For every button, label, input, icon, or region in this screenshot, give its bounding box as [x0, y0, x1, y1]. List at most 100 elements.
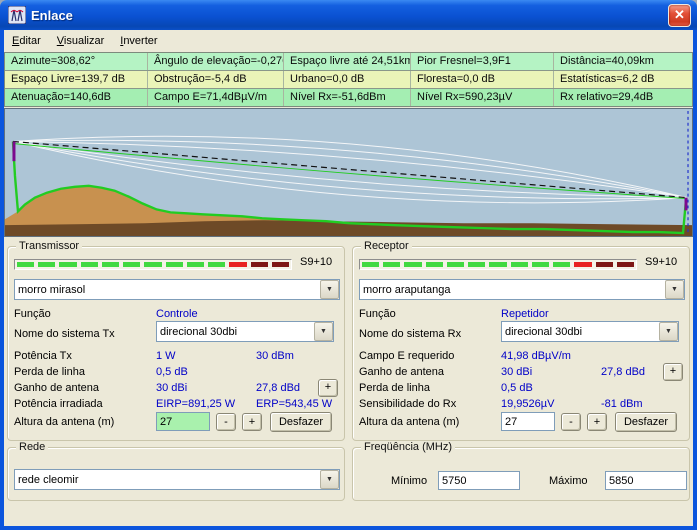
- tx-radiated-label: Potência irradiada: [14, 398, 103, 410]
- tx-system-combobox[interactable]: direcional 30dbi ▼: [156, 321, 334, 342]
- rx-system-dropdown-icon[interactable]: ▼: [659, 322, 678, 341]
- signal-segment: [251, 262, 268, 267]
- rx-height-minus-button[interactable]: -: [561, 413, 581, 431]
- worst-fresnel-cell: Pior Fresnel=3,9F1: [411, 53, 554, 70]
- tx-power-label: Potência Tx: [14, 350, 72, 362]
- window-body: Editar Visualizar Inverter Azimute=308,6…: [0, 30, 697, 530]
- frequency-min-input[interactable]: [438, 471, 520, 490]
- signal-segment: [272, 262, 289, 267]
- signal-segment: [362, 262, 379, 267]
- rx-antenna-height-label: Altura da antena (m): [359, 416, 459, 428]
- rx-antenna-height-input[interactable]: [501, 412, 555, 431]
- signal-segment: [144, 262, 161, 267]
- rx-relative-cell: Rx relativo=29,4dB: [554, 89, 692, 106]
- tx-height-minus-button[interactable]: -: [216, 413, 236, 431]
- tx-gain-plus-button[interactable]: +: [318, 379, 338, 397]
- transmitter-group: Transmissor S9+10 morro mirasol ▼ Função…: [7, 246, 345, 441]
- menu-inverter[interactable]: Inverter: [112, 33, 165, 49]
- app-antenna-icon: [8, 6, 26, 24]
- tx-power-dbm: 30 dBm: [256, 350, 294, 362]
- rx-sensitivity-dbm: -81 dBm: [601, 398, 643, 410]
- tx-gain-row: Ganho de antena 30 dBi 27,8 dBd +: [14, 381, 338, 397]
- rx-level-dbm-cell: Nível Rx=-51,6dBm: [284, 89, 411, 106]
- tx-power-row: Potência Tx 1 W 30 dBm: [14, 349, 338, 365]
- rx-undo-button[interactable]: Desfazer: [615, 412, 677, 432]
- signal-segment: [81, 262, 98, 267]
- frequency-group-title: Freqüência (MHz): [361, 441, 455, 453]
- rx-gain-plus-button[interactable]: +: [663, 363, 683, 381]
- rx-site-combobox[interactable]: morro araputanga ▼: [359, 279, 685, 300]
- signal-segment: [123, 262, 140, 267]
- signal-segment: [59, 262, 76, 267]
- tx-site-combobox[interactable]: morro mirasol ▼: [14, 279, 340, 300]
- receiver-group: Receptor S9+10 morro araputanga ▼ Função…: [352, 246, 690, 441]
- signal-segment: [187, 262, 204, 267]
- network-value: rede cleomir: [18, 474, 79, 486]
- rx-gain-dbd: 27,8 dBd: [601, 366, 645, 378]
- elevation-angle-cell: Ângulo de elevação=-0,276°: [148, 53, 284, 70]
- menu-visualizar[interactable]: Visualizar: [49, 33, 113, 49]
- rx-level-uv-cell: Nível Rx=590,23µV: [411, 89, 554, 106]
- rx-system-combobox[interactable]: direcional 30dbi ▼: [501, 321, 679, 342]
- terrain-profile-chart: [4, 108, 693, 237]
- statistics-cell: Estatísticas=6,2 dB: [554, 71, 692, 88]
- rx-gain-dbi: 30 dBi: [501, 366, 532, 378]
- rx-funcao-value: Repetidor: [501, 308, 549, 320]
- rx-signal-strength-bar: [359, 259, 637, 270]
- tx-line-loss-row: Perda de linha 0,5 dB: [14, 365, 338, 381]
- network-dropdown-icon[interactable]: ▼: [320, 470, 339, 489]
- tx-system-dropdown-icon[interactable]: ▼: [314, 322, 333, 341]
- frequency-group: Freqüência (MHz) Mínimo Máximo: [352, 447, 690, 501]
- signal-segment: [229, 262, 246, 267]
- enlace-window: Enlace ✕ Editar Visualizar Inverter Azim…: [0, 0, 697, 530]
- frequency-max-input[interactable]: [605, 471, 687, 490]
- free-space-loss-cell: Espaço Livre=139,7 dB: [5, 71, 148, 88]
- network-group: Rede rede cleomir ▼: [7, 447, 345, 501]
- rx-sensitivity-uv: 19,9526µV: [501, 398, 554, 410]
- tx-erp-value: ERP=543,45 W: [256, 398, 332, 410]
- frequency-min-label: Mínimo: [391, 475, 427, 487]
- rx-sensitivity-row: Sensibilidade do Rx 19,9526µV -81 dBm: [359, 397, 683, 413]
- tx-funcao-value: Controle: [156, 308, 198, 320]
- rx-site-value: morro araputanga: [363, 284, 450, 296]
- tx-height-plus-button[interactable]: +: [242, 413, 262, 431]
- signal-segment: [404, 262, 421, 267]
- tx-gain-dbd: 27,8 dBd: [256, 382, 300, 394]
- rx-required-field-value: 41,98 dBµV/m: [501, 350, 571, 362]
- tx-site-dropdown-icon[interactable]: ▼: [320, 280, 339, 299]
- tx-eirp-value: EIRP=891,25 W: [156, 398, 235, 410]
- field-e-cell: Campo E=71,4dBµV/m: [148, 89, 284, 106]
- tx-antenna-height-input[interactable]: [156, 412, 210, 431]
- tx-signal-label: S9+10: [300, 256, 332, 268]
- rx-sensitivity-label: Sensibilidade do Rx: [359, 398, 456, 410]
- tx-antenna-height-row: Altura da antena (m) - + Desfazer: [14, 412, 338, 433]
- tx-undo-button[interactable]: Desfazer: [270, 412, 332, 432]
- rx-line-loss-label: Perda de linha: [359, 382, 430, 394]
- rx-height-plus-button[interactable]: +: [587, 413, 607, 431]
- rx-required-field-label: Campo E requerido: [359, 350, 454, 362]
- network-combobox[interactable]: rede cleomir ▼: [14, 469, 340, 490]
- signal-segment: [447, 262, 464, 267]
- attenuation-cell: Atenuação=140,6dB: [5, 89, 148, 106]
- rx-gain-row: Ganho de antena 30 dBi 27,8 dBd +: [359, 365, 683, 381]
- tx-system-value: direcional 30dbi: [160, 326, 237, 338]
- tx-radiated-row: Potência irradiada EIRP=891,25 W ERP=543…: [14, 397, 338, 413]
- signal-segment: [511, 262, 528, 267]
- tx-line-loss-label: Perda de linha: [14, 366, 85, 378]
- link-summary-table: Azimute=308,62° Ângulo de elevação=-0,27…: [4, 52, 693, 107]
- rx-funcao-label: Função: [359, 308, 396, 320]
- close-button[interactable]: ✕: [668, 4, 691, 27]
- signal-segment: [208, 262, 225, 267]
- window-title: Enlace: [31, 8, 73, 23]
- tx-system-label: Nome do sistema Tx: [14, 328, 115, 340]
- tx-site-value: morro mirasol: [18, 284, 85, 296]
- menu-editar[interactable]: Editar: [4, 33, 49, 49]
- summary-row-2: Espaço Livre=139,7 dB Obstrução=-5,4 dB …: [5, 71, 692, 89]
- tx-gain-dbi: 30 dBi: [156, 382, 187, 394]
- rx-system-label: Nome do sistema Rx: [359, 328, 461, 340]
- signal-segment: [38, 262, 55, 267]
- rx-site-dropdown-icon[interactable]: ▼: [665, 280, 684, 299]
- signal-segment: [532, 262, 549, 267]
- rx-signal-label: S9+10: [645, 256, 677, 268]
- rx-system-value: direcional 30dbi: [505, 326, 582, 338]
